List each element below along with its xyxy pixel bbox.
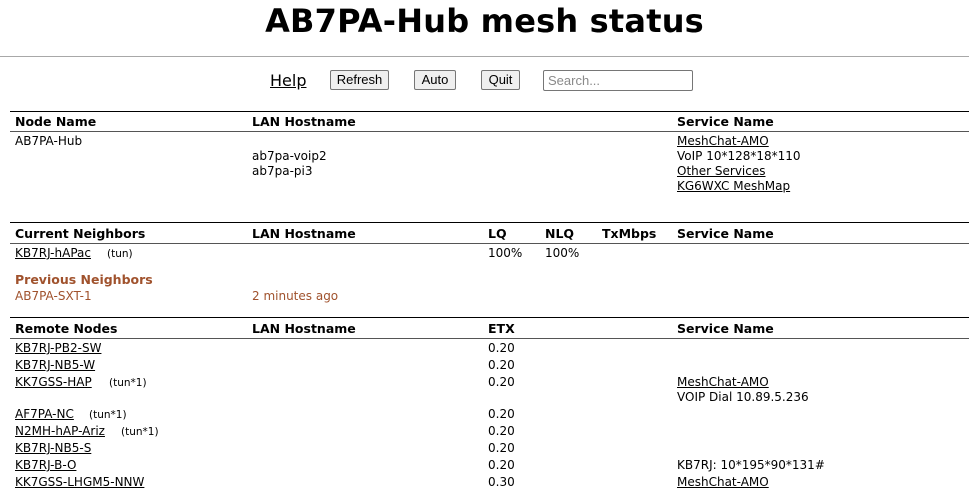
col-header-etx: ETX: [488, 321, 515, 336]
remote-node-link[interactable]: KB7RJ-NB5-S: [15, 441, 91, 456]
tunnel-tag: (tun): [107, 248, 133, 260]
remote-node-link[interactable]: KB7RJ-B-O: [15, 458, 76, 473]
previous-neighbor-time: 2 minutes ago: [252, 289, 339, 303]
previous-neighbors-header: Previous Neighbors: [15, 272, 153, 287]
remote-node-link[interactable]: KK7GSS-LHGM5-NNW: [15, 475, 144, 490]
col-header-service-name: Service Name: [677, 114, 774, 129]
remote-node-etx: 0.20: [488, 407, 515, 421]
previous-neighbor-name: AB7PA-SXT-1: [15, 289, 92, 303]
auto-button[interactable]: Auto: [414, 70, 456, 90]
header-underline: [10, 131, 969, 132]
refresh-button[interactable]: Refresh: [330, 70, 389, 90]
section-divider: [10, 111, 969, 112]
col-header-service-name: Service Name: [677, 321, 774, 336]
col-header-txmbps: TxMbps: [602, 226, 657, 241]
remote-node-etx: 0.20: [488, 375, 515, 389]
help-link[interactable]: Help: [270, 71, 306, 90]
col-header-remote-nodes: Remote Nodes: [15, 321, 118, 336]
title-divider: [0, 56, 969, 57]
col-header-node-name: Node Name: [15, 114, 97, 129]
remote-node-link[interactable]: KB7RJ-PB2-SW: [15, 341, 101, 356]
node-name: AB7PA-Hub: [15, 134, 83, 148]
col-header-lq: LQ: [488, 226, 507, 241]
tunnel-tag: (tun*1): [121, 426, 159, 438]
remote-node-etx: 0.20: [488, 358, 515, 372]
remote-node-etx: 0.20: [488, 341, 515, 355]
remote-node-link[interactable]: KB7RJ-NB5-W: [15, 358, 95, 373]
page-title: AB7PA-Hub mesh status: [265, 2, 704, 40]
col-header-nlq: NLQ: [545, 226, 575, 241]
remote-node-link[interactable]: KK7GSS-HAP: [15, 375, 92, 390]
service-voip: VOIP Dial 10.89.5.236: [677, 390, 809, 404]
service-link-meshchat[interactable]: MeshChat-AMO: [677, 375, 769, 390]
neighbor-link[interactable]: KB7RJ-hAPac: [15, 246, 91, 261]
service-text: KB7RJ: 10*195*90*131#: [677, 458, 825, 472]
search-input[interactable]: [543, 70, 693, 91]
remote-node-link[interactable]: N2MH-hAP-Ariz: [15, 424, 105, 439]
remote-node-link[interactable]: AF7PA-NC: [15, 407, 74, 422]
neighbor-lq: 100%: [488, 246, 523, 260]
service-link-meshchat[interactable]: MeshChat-AMO: [677, 475, 769, 490]
section-divider: [10, 317, 969, 318]
remote-node-etx: 0.20: [488, 424, 515, 438]
service-link-meshmap[interactable]: KG6WXC MeshMap: [677, 179, 790, 194]
toolbar: Help Refresh Auto Quit: [0, 68, 969, 94]
lan-hostname: ab7pa-pi3: [252, 164, 313, 178]
service-voip: VoIP 10*128*18*110: [677, 149, 801, 163]
col-header-lan-hostname: LAN Hostname: [252, 321, 356, 336]
header-underline: [10, 338, 969, 339]
col-header-lan-hostname: LAN Hostname: [252, 226, 356, 241]
col-header-lan-hostname: LAN Hostname: [252, 114, 356, 129]
lan-hostname: ab7pa-voip2: [252, 149, 327, 163]
quit-button[interactable]: Quit: [481, 70, 520, 90]
remote-node-etx: 0.20: [488, 458, 515, 472]
remote-node-etx: 0.20: [488, 441, 515, 455]
service-link-meshchat[interactable]: MeshChat-AMO: [677, 134, 769, 149]
service-link-other-services[interactable]: Other Services: [677, 164, 766, 179]
col-header-service-name: Service Name: [677, 226, 774, 241]
col-header-current-neighbors: Current Neighbors: [15, 226, 146, 241]
header-underline: [10, 243, 969, 244]
remote-node-etx: 0.30: [488, 475, 515, 489]
tunnel-tag: (tun*1): [109, 377, 147, 389]
section-divider: [10, 222, 969, 223]
tunnel-tag: (tun*1): [89, 409, 127, 421]
neighbor-nlq: 100%: [545, 246, 580, 260]
